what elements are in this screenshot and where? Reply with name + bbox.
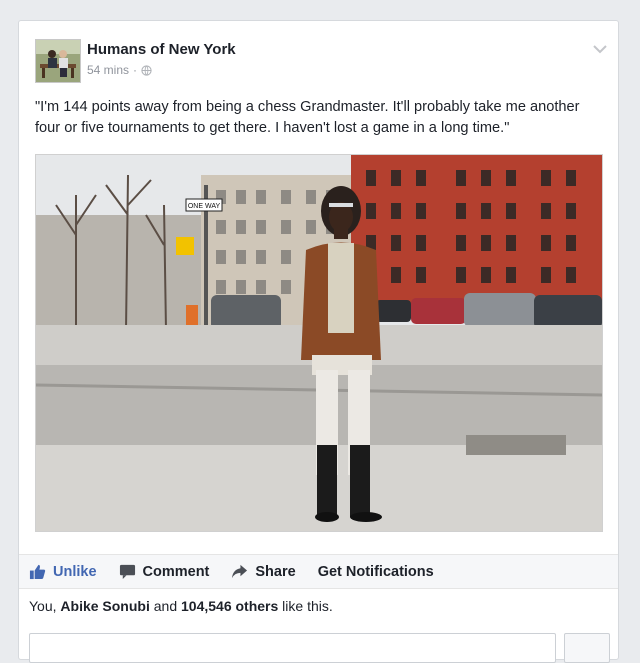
comment-side-button[interactable]: [564, 633, 610, 663]
comment-label: Comment: [142, 563, 210, 580]
comment-input[interactable]: [29, 633, 556, 663]
post-card: Humans of New York 54 mins · "I'm 144 po…: [18, 20, 619, 663]
one-way-sign: ONE WAY: [188, 203, 221, 210]
likes-summary: You, Abike Sonubi and 104,546 others lik…: [29, 598, 333, 614]
likers-others-link[interactable]: 104,546 others: [181, 598, 278, 614]
post-text: "I'm 144 points away from being a chess …: [35, 99, 580, 136]
thumbs-up-icon: [29, 564, 46, 580]
globe-icon[interactable]: [141, 64, 152, 76]
post-actions-bar: Unlike Comment Share Get Notifications: [19, 554, 618, 589]
meta-separator: ·: [133, 63, 138, 77]
share-icon: [232, 564, 248, 579]
share-label: Share: [255, 563, 296, 580]
likes-prefix: You,: [29, 598, 61, 614]
post-photo[interactable]: ONE WAY: [35, 154, 603, 532]
unlike-label: Unlike: [53, 563, 97, 580]
likes-suffix: like this.: [278, 598, 333, 614]
chevron-down-icon[interactable]: [592, 43, 608, 55]
comment-icon: [119, 564, 135, 580]
unlike-button[interactable]: Unlike: [29, 563, 97, 580]
post-timestamp[interactable]: 54 mins: [87, 63, 129, 77]
post-meta: 54 mins ·: [87, 63, 152, 77]
likes-middle: and: [149, 598, 181, 614]
get-notifications-button[interactable]: Get Notifications: [318, 564, 434, 580]
comment-button[interactable]: Comment: [119, 563, 210, 580]
share-button[interactable]: Share: [231, 563, 296, 580]
page-name-link[interactable]: Humans of New York: [87, 41, 236, 58]
page-avatar[interactable]: [35, 39, 81, 83]
get-notifications-label: Get Notifications: [317, 563, 434, 580]
liker-friend-link[interactable]: Abike Sonubi: [60, 598, 149, 614]
